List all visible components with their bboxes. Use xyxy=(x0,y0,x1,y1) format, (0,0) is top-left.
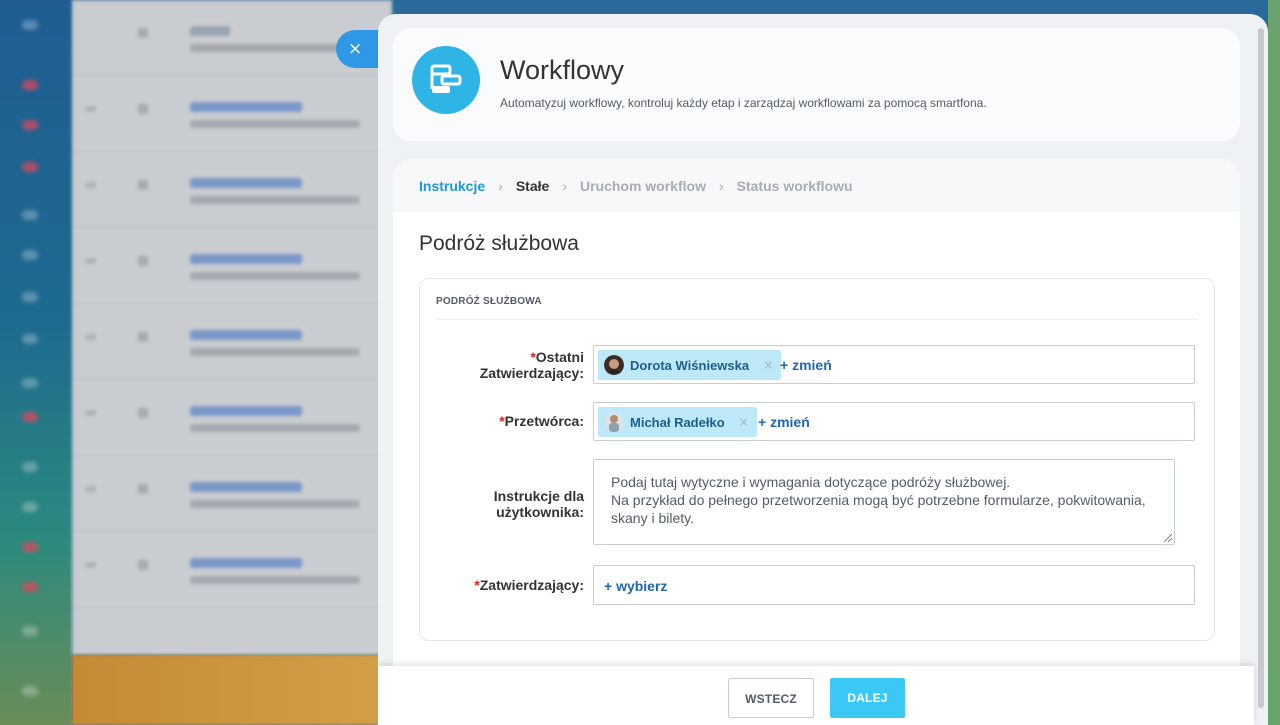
user-name: Michał Radełko xyxy=(630,414,725,430)
background-edge xyxy=(1268,0,1280,725)
chevron-right-icon: › xyxy=(718,177,724,194)
change-last-approver-link[interactable]: + zmień xyxy=(780,357,832,373)
section-label: PODRÓŻ SŁUŻBOWA xyxy=(436,296,542,307)
approvers-field[interactable]: + wybierz xyxy=(593,565,1195,605)
change-processor-link[interactable]: + zmień xyxy=(758,414,810,430)
back-button[interactable]: WSTECZ xyxy=(728,678,814,718)
form-card: Instrukcje › Stałe › Uruchom workflow › … xyxy=(393,159,1240,679)
chevron-right-icon: › xyxy=(562,177,567,194)
close-icon: × xyxy=(348,39,363,59)
workflow-icon xyxy=(412,46,480,114)
avatar xyxy=(604,355,624,375)
page-subtitle: Automatyzuj workflowy, kontroluj każdy e… xyxy=(500,96,987,110)
page-title: Workflowy xyxy=(500,55,625,85)
background-workflow-list xyxy=(72,0,392,655)
remove-icon[interactable]: × xyxy=(763,358,773,372)
step-instructions[interactable]: Instrukcje xyxy=(419,178,485,194)
form-section: PODRÓŻ SŁUŻBOWA *Ostatni Zatwierdzający: xyxy=(419,278,1215,641)
next-button[interactable]: DALEJ xyxy=(830,678,905,718)
approvers-label: *Zatwierdzający: xyxy=(474,577,584,593)
user-name: Dorota Wiśniewska xyxy=(630,357,750,373)
background-footer xyxy=(72,655,392,725)
avatar xyxy=(604,412,624,432)
remove-icon[interactable]: × xyxy=(739,415,749,429)
background-sidebar xyxy=(0,0,72,725)
chevron-right-icon: › xyxy=(498,177,503,194)
step-run-workflow[interactable]: Uruchom workflow xyxy=(580,178,706,194)
panel-scrollbar[interactable] xyxy=(1258,28,1264,708)
step-constants[interactable]: Stałe xyxy=(516,178,549,194)
instructions-label: Instrukcje dla użytkownika: xyxy=(493,488,584,520)
user-chip[interactable]: Dorota Wiśniewska × xyxy=(598,350,782,380)
instructions-textarea[interactable]: Podaj tutaj wytyczne i wymagania dotyczą… xyxy=(593,459,1175,545)
user-chip[interactable]: Michał Radełko × xyxy=(598,407,757,437)
processor-field[interactable]: Michał Radełko × + zmień xyxy=(593,402,1195,441)
processor-label: *Przetwórca: xyxy=(499,413,584,429)
step-workflow-status[interactable]: Status workflowu xyxy=(737,178,853,194)
section-divider xyxy=(436,319,1198,320)
workflow-slider-panel: Workflowy Automatyzuj workflowy, kontrol… xyxy=(378,14,1268,725)
resize-handle-icon[interactable] xyxy=(1164,534,1172,542)
panel-header: Workflowy Automatyzuj workflowy, kontrol… xyxy=(393,28,1240,141)
last-approver-field[interactable]: Dorota Wiśniewska × + zmień xyxy=(593,345,1195,384)
panel-footer: WSTECZ DALEJ xyxy=(378,666,1254,725)
form-title: Podróż służbowa xyxy=(419,232,579,255)
steps-breadcrumb: Instrukcje › Stałe › Uruchom workflow › … xyxy=(393,159,1240,212)
last-approver-label: *Ostatni Zatwierdzający: xyxy=(479,349,584,381)
select-approvers-link[interactable]: + wybierz xyxy=(604,578,667,594)
